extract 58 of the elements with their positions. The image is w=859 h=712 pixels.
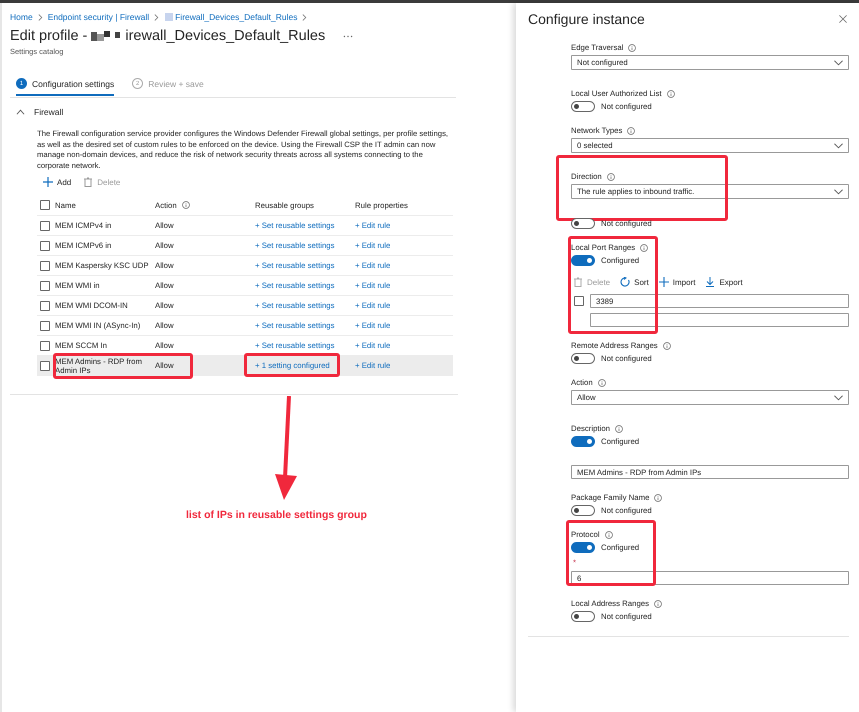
sort-button[interactable]: Sort xyxy=(620,275,649,289)
annotation-caption: list of IPs in reusable settings group xyxy=(186,509,367,522)
chevron-right-icon xyxy=(38,14,43,20)
chevron-right-icon xyxy=(154,14,160,20)
trash-icon xyxy=(83,177,94,188)
chevron-down-icon xyxy=(834,394,843,400)
toggle-switch[interactable] xyxy=(571,255,595,266)
new-entry-field[interactable] xyxy=(590,313,849,327)
row-checkbox[interactable] xyxy=(40,280,50,291)
toggle-switch[interactable] xyxy=(571,353,595,364)
info-icon xyxy=(615,424,623,432)
panel-title: Configure instance xyxy=(528,11,645,27)
chevron-down-icon xyxy=(834,60,843,66)
select-all-checkbox[interactable] xyxy=(40,200,50,210)
chevron-right-icon xyxy=(302,14,308,20)
toggle-switch[interactable] xyxy=(571,542,595,553)
chevron-down-icon xyxy=(834,142,843,148)
chevron-down-icon xyxy=(834,188,843,194)
plus-icon xyxy=(43,177,53,188)
info-icon xyxy=(640,244,648,252)
section-title: Firewall xyxy=(34,107,64,117)
circular-arrow-icon xyxy=(620,277,630,287)
info-icon xyxy=(654,494,662,502)
row-checkbox[interactable] xyxy=(40,240,50,251)
add-button[interactable]: Add xyxy=(43,175,72,190)
page-title: irewall_Devices_Default_Rules xyxy=(125,28,326,44)
row-checkbox[interactable] xyxy=(40,360,50,371)
add-button[interactable]: Import xyxy=(658,275,696,289)
toggle-switch[interactable] xyxy=(571,436,595,447)
info-icon xyxy=(604,530,613,538)
toggle-switch[interactable] xyxy=(571,505,595,516)
row-checkbox[interactable] xyxy=(40,260,50,271)
row-checkbox[interactable] xyxy=(40,320,50,331)
chevron-up-icon[interactable] xyxy=(16,109,25,115)
entry-checkbox[interactable] xyxy=(574,296,584,306)
toggle-switch[interactable] xyxy=(571,218,595,229)
plus-icon xyxy=(658,277,669,287)
row-checkbox[interactable] xyxy=(40,220,50,231)
info-icon xyxy=(627,126,636,134)
page-title: Edit profile - xyxy=(10,28,88,44)
info-icon xyxy=(606,172,615,180)
row-checkbox[interactable] xyxy=(40,300,50,311)
info-icon xyxy=(666,90,675,98)
breadcrumb-link[interactable]: Firewall_Devices_Default_Rules xyxy=(175,12,298,22)
row-checkbox[interactable] xyxy=(40,340,50,351)
info-icon xyxy=(654,600,662,608)
breadcrumb-link[interactable]: Endpoint security | Firewall xyxy=(48,12,150,22)
trash-icon xyxy=(573,277,583,287)
toggle-switch[interactable] xyxy=(571,101,595,112)
more-options-icon[interactable] xyxy=(343,34,354,38)
breadcrumb-link[interactable]: Home xyxy=(10,12,33,22)
info-icon xyxy=(628,44,636,52)
info-icon xyxy=(598,378,606,386)
download-icon xyxy=(705,277,716,287)
export-button[interactable]: Export xyxy=(705,275,743,289)
toggle-switch[interactable] xyxy=(571,611,595,622)
close-icon[interactable] xyxy=(839,15,847,23)
info-icon xyxy=(662,342,671,350)
